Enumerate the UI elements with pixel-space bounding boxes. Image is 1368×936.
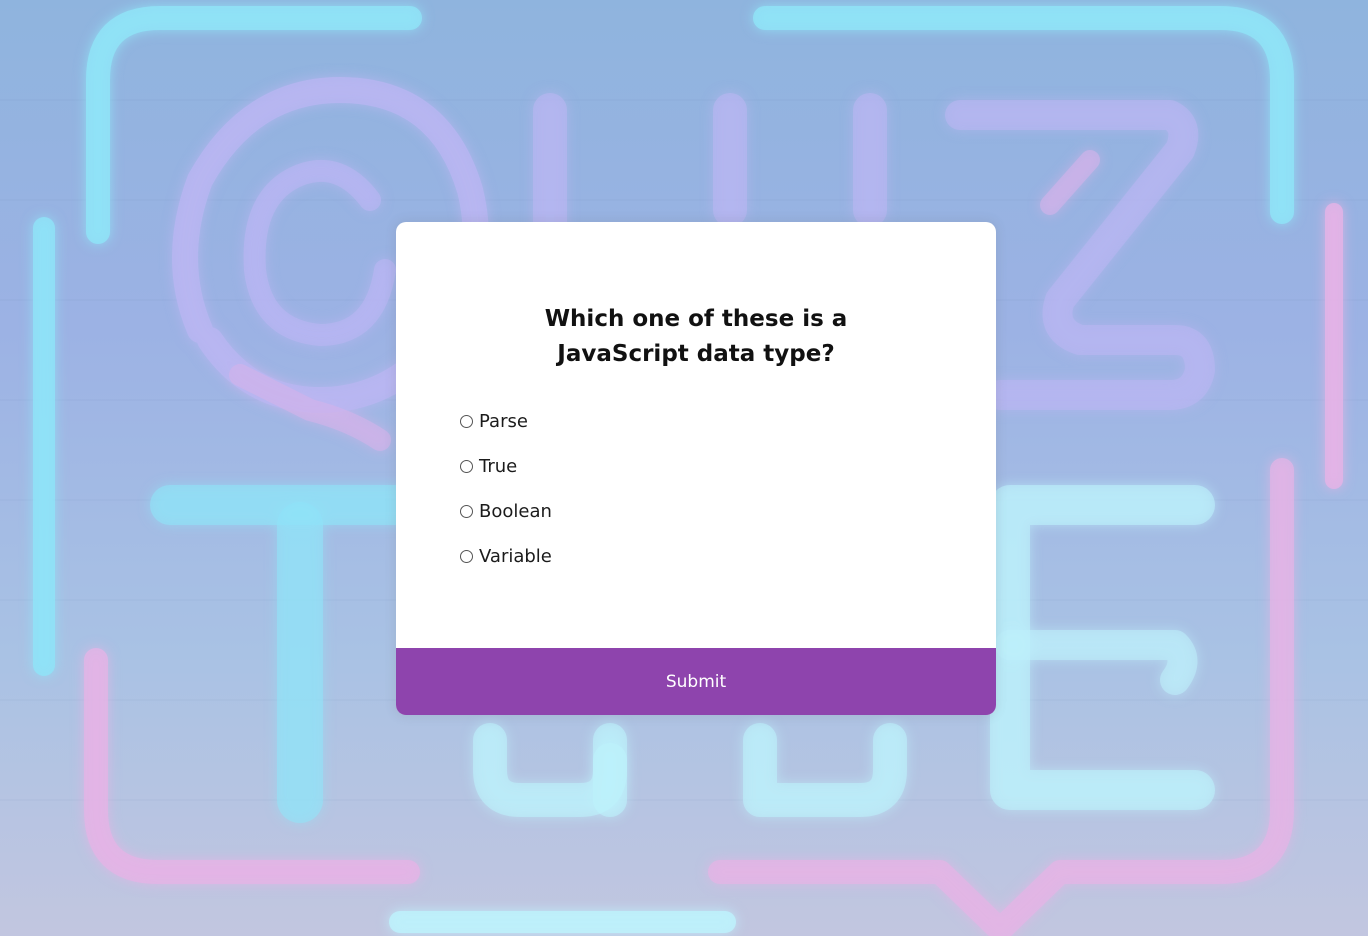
- answer-option[interactable]: Parse: [460, 399, 932, 444]
- submit-button[interactable]: Submit: [396, 648, 996, 715]
- answer-list: Parse True Boolean Variable: [460, 399, 932, 579]
- radio-button[interactable]: [460, 505, 473, 518]
- answer-label[interactable]: True: [479, 456, 517, 477]
- quiz-body: Which one of these is a JavaScript data …: [396, 302, 996, 579]
- answer-option[interactable]: Boolean: [460, 489, 932, 534]
- radio-button[interactable]: [460, 415, 473, 428]
- answer-label[interactable]: Boolean: [479, 501, 552, 522]
- answer-option[interactable]: True: [460, 444, 932, 489]
- quiz-card: Which one of these is a JavaScript data …: [396, 222, 996, 715]
- answer-label[interactable]: Variable: [479, 546, 552, 567]
- radio-button[interactable]: [460, 550, 473, 563]
- question-text: Which one of these is a JavaScript data …: [544, 306, 848, 367]
- answer-option[interactable]: Variable: [460, 534, 932, 579]
- radio-button[interactable]: [460, 460, 473, 473]
- answer-label[interactable]: Parse: [479, 411, 528, 432]
